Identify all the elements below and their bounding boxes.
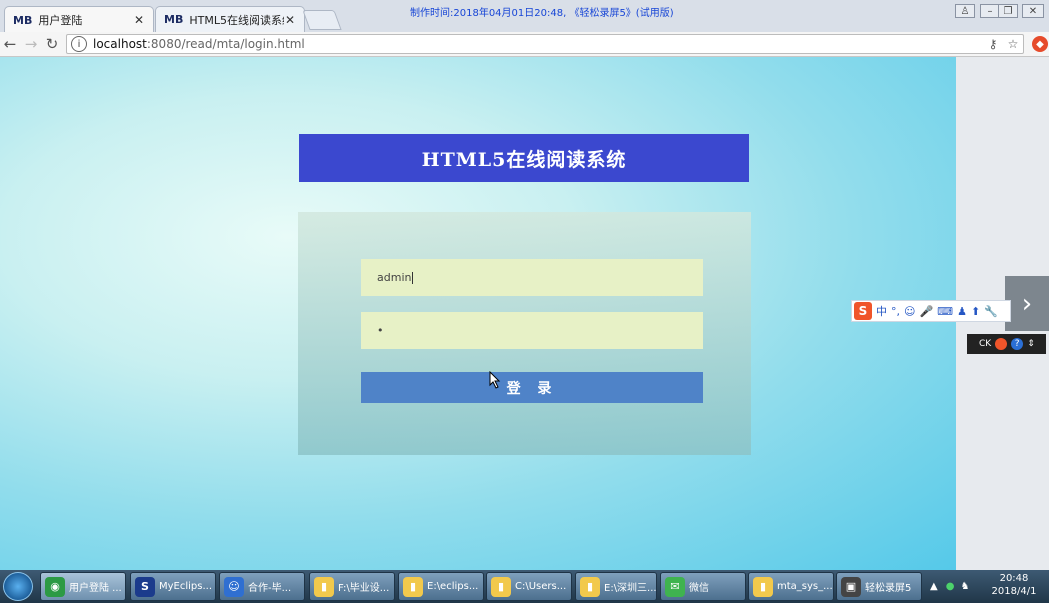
reload-icon[interactable]: ↻ [42, 34, 62, 54]
taskbar-item[interactable]: ✉ 微信 [660, 572, 746, 601]
folder-icon: ▮ [753, 576, 773, 597]
recorder-icon: ▣ [841, 576, 861, 597]
clock-time: 20:48 [999, 573, 1029, 584]
user-icon[interactable]: ♟ [957, 305, 967, 318]
close-icon[interactable]: ✕ [284, 13, 296, 27]
emoji-icon[interactable]: ☺ [904, 305, 915, 318]
close-icon[interactable]: ✕ [133, 13, 145, 27]
folder-icon: ▮ [491, 576, 511, 597]
taskbar-item-label: 微信 [689, 583, 709, 594]
taskbar-item[interactable]: S MyEclips... [130, 572, 216, 601]
text-caret [412, 271, 414, 284]
taskbar-item-label: 合作-毕... [248, 583, 292, 594]
recording-watermark: 制作时间:2018年04月01日20:48, 《轻松录屏5》(试用版) [410, 8, 674, 19]
taskbar-item[interactable]: ▮ F:\毕业设... [309, 572, 395, 601]
taskbar-item[interactable]: ▣ 轻松录屏5 [836, 572, 922, 601]
taskbar-item[interactable]: ▮ E:\eclips... [398, 572, 484, 601]
taskbar-item[interactable]: ▮ mta_sys_... [748, 572, 834, 601]
clock-date: 2018/4/1 [991, 586, 1037, 597]
taskbar-clock[interactable]: 20:48 2018/4/1 [986, 572, 1042, 598]
back-arrow-icon[interactable]: ← [0, 34, 20, 54]
mb-favicon-icon: MB [13, 13, 33, 27]
url-host: localhost [93, 37, 147, 51]
myeclipse-icon: S [135, 576, 155, 597]
next-slide-button[interactable]: › [1005, 276, 1049, 331]
tab-label: 用户登陆 [38, 14, 83, 27]
wechat-icon: ✉ [665, 576, 685, 597]
dropdown-icon[interactable]: ⇕ [1027, 339, 1035, 349]
taskbar-item-label: F:\毕业设... [338, 583, 390, 594]
taskbar-item-label: E:\深圳三... [604, 583, 657, 594]
tray-expand-icon[interactable]: ▲ [930, 581, 938, 592]
skin-icon[interactable]: ⬆ [971, 305, 980, 318]
taskbar-item-label: 用户登陆 ... [69, 583, 122, 594]
extension-icon[interactable]: ◆ [1032, 36, 1048, 52]
ime-punctuation[interactable]: °, [891, 305, 900, 318]
wechat-tray-icon[interactable]: ● [946, 581, 955, 592]
microphone-icon[interactable]: 🎤 [919, 305, 933, 318]
sogou-small-icon [995, 338, 1008, 350]
ime-status-bar[interactable]: CK ? ⇕ [967, 334, 1046, 354]
folder-icon: ▮ [314, 576, 334, 597]
username-value: admin [377, 271, 412, 284]
login-button[interactable]: 登 录 [361, 372, 703, 403]
ime-status-text: CK [979, 339, 992, 349]
password-input[interactable]: • [361, 312, 703, 349]
forward-arrow-icon[interactable]: → [21, 34, 41, 54]
taskbar-item-label: MyEclips... [159, 581, 213, 592]
taskbar-item[interactable]: ▮ C:\Users... [486, 572, 572, 601]
taskbar-item-label: E:\eclips... [427, 581, 479, 592]
help-icon[interactable]: ? [1011, 338, 1024, 350]
taskbar-item[interactable]: ◉ 用户登陆 ... [40, 572, 126, 601]
taskbar-item-label: C:\Users... [515, 581, 567, 592]
user-icon[interactable]: ♙ [955, 4, 975, 18]
qq-icon: ☺ [224, 576, 244, 597]
address-bar[interactable]: i localhost:8080/read/mta/login.html ⚷ ☆ [66, 34, 1024, 54]
folder-icon: ▮ [403, 576, 423, 597]
tab-admin[interactable]: MB HTML5在线阅读系统后台 ✕ [155, 6, 305, 32]
taskbar-item[interactable]: ▮ E:\深圳三... [575, 572, 657, 601]
taskbar-item[interactable]: ☺ 合作-毕... [219, 572, 305, 601]
password-mask: • [377, 324, 384, 337]
mb-favicon-icon: MB [164, 13, 184, 26]
ime-mode[interactable]: 中 [876, 303, 887, 319]
ime-toolbar[interactable]: S 中 °, ☺ 🎤 ⌨ ♟ ⬆ 🔧 [851, 300, 1011, 322]
keyboard-icon[interactable]: ⌨ [937, 305, 953, 318]
window-close-button[interactable]: ✕ [1022, 4, 1044, 18]
username-input[interactable]: admin [361, 259, 703, 296]
taskbar-item-label: mta_sys_... [777, 581, 833, 592]
start-button[interactable] [3, 572, 33, 601]
info-icon[interactable]: i [71, 36, 87, 52]
minimize-button[interactable]: – [980, 4, 1000, 18]
qq-tray-icon[interactable]: ♞ [960, 581, 969, 592]
tools-icon[interactable]: 🔧 [984, 305, 998, 318]
star-icon[interactable]: ☆ [1003, 37, 1023, 51]
url-path: :8080/read/mta/login.html [146, 37, 305, 51]
taskbar-item-label: 轻松录屏5 [865, 583, 912, 594]
sogou-logo-icon: S [854, 302, 872, 320]
page-title: HTML5在线阅读系统 [421, 148, 627, 171]
tab-login[interactable]: MB 用户登陆 ✕ [4, 6, 154, 33]
key-icon[interactable]: ⚷ [983, 37, 1003, 51]
header-banner: HTML5在线阅读系统 [299, 134, 749, 182]
maximize-button[interactable]: ❐ [998, 4, 1018, 18]
mouse-cursor-icon [489, 371, 501, 389]
folder-icon: ▮ [580, 576, 600, 597]
new-tab-button[interactable] [302, 10, 342, 30]
tab-label: HTML5在线阅读系统后台 [189, 13, 284, 27]
chrome-icon: ◉ [45, 576, 65, 597]
